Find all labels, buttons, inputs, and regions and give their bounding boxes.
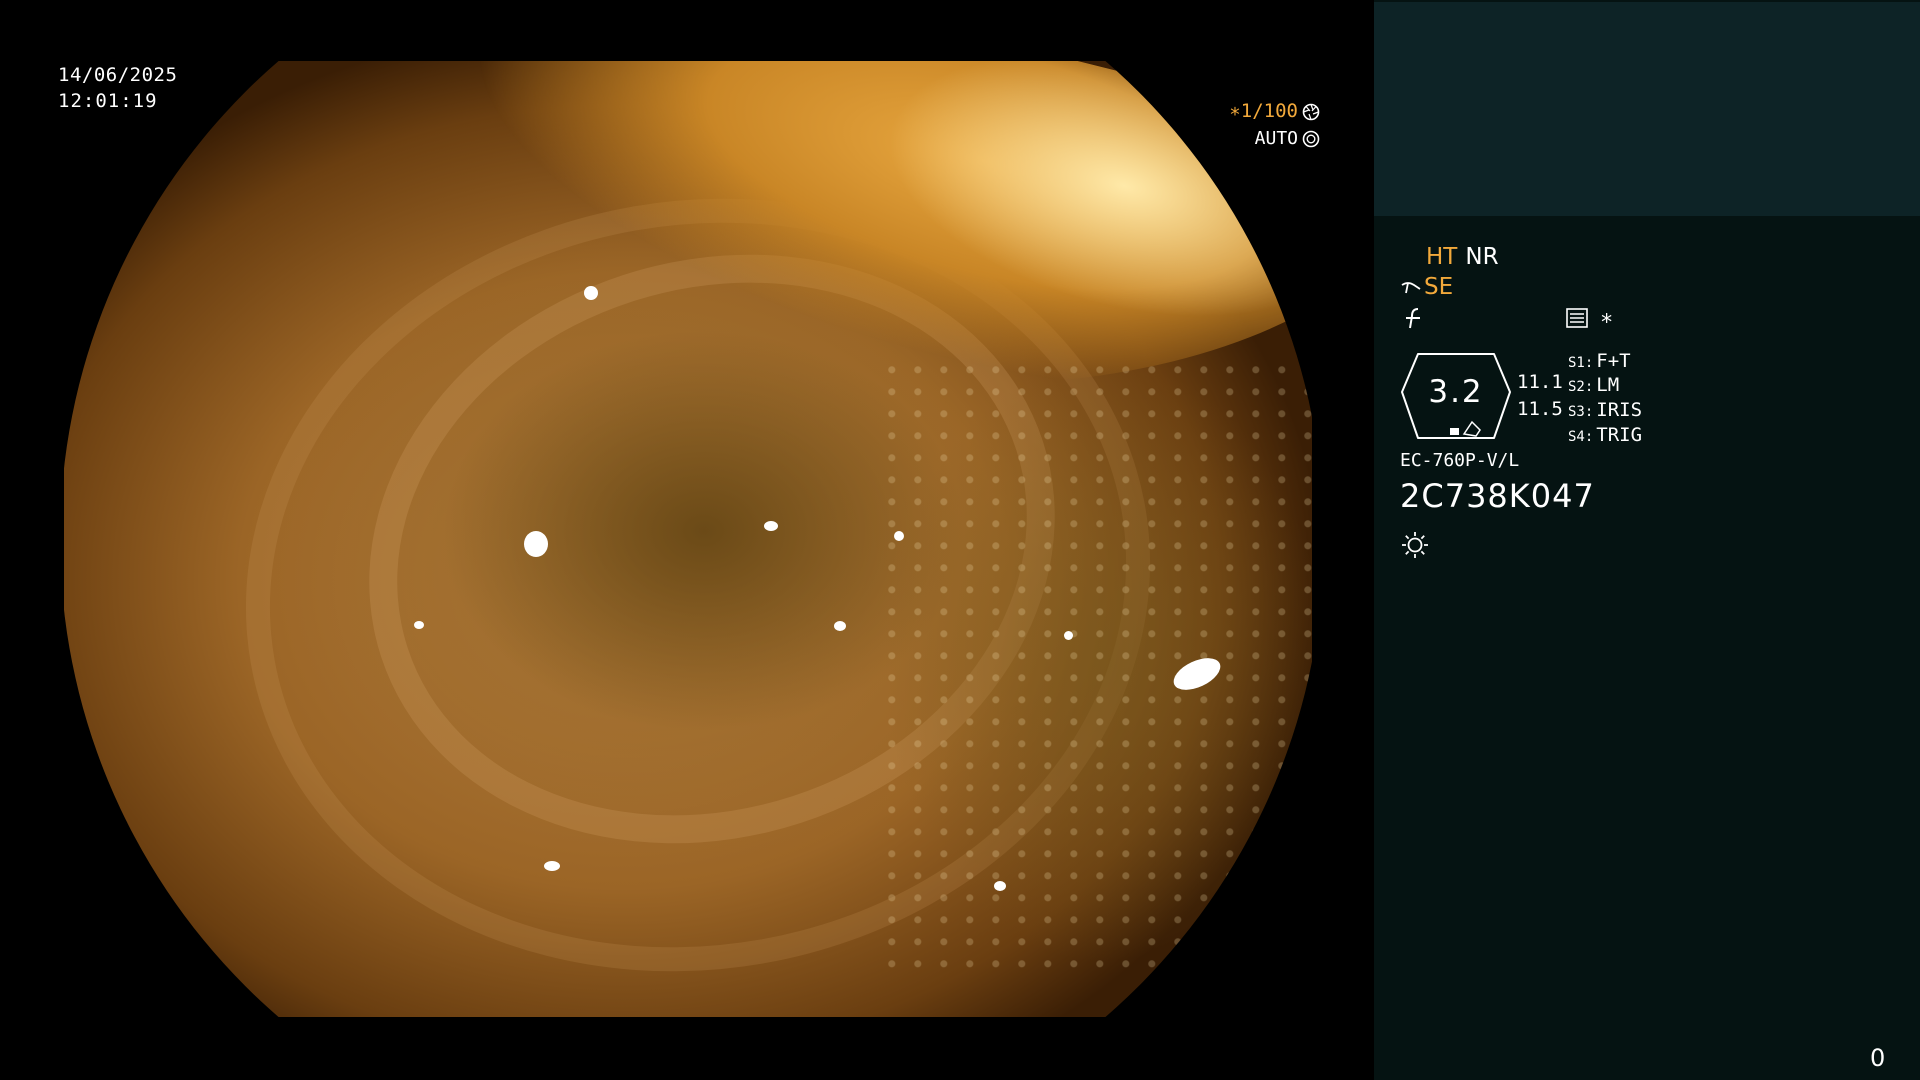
time-readout: 12:01:19 bbox=[58, 90, 158, 112]
zoom-value: 3.2 bbox=[1428, 374, 1484, 410]
mode-nr-label: NR bbox=[1465, 244, 1499, 270]
switch-s1-row: S1: F+T bbox=[1568, 352, 1631, 371]
iris-icon bbox=[1302, 130, 1320, 148]
light-reflection bbox=[894, 531, 904, 541]
aperture-icon bbox=[1302, 103, 1320, 121]
switch-key: S4: bbox=[1568, 429, 1594, 445]
switch-value: LM bbox=[1596, 374, 1620, 396]
scope-model-label: EC-760P-V/L bbox=[1400, 450, 1520, 471]
menu-list-icon bbox=[1566, 308, 1588, 328]
readout-value-b: 11.5 bbox=[1517, 398, 1563, 420]
light-reflection bbox=[584, 286, 598, 300]
date-readout: 14/06/2025 bbox=[58, 64, 178, 86]
mode-se-label: SE bbox=[1424, 274, 1454, 300]
switch-value: TRIG bbox=[1596, 424, 1643, 446]
shutter-speed-value: ∗1/100 bbox=[1229, 100, 1298, 122]
light-reflection bbox=[524, 531, 548, 557]
info-panel bbox=[1374, 0, 1920, 1080]
exposure-mode-value: AUTO bbox=[1254, 128, 1298, 149]
info-panel-header bbox=[1374, 2, 1920, 216]
exposure-mode-readout: AUTO bbox=[1255, 130, 1320, 148]
switch-s2-row: S2: LM bbox=[1568, 376, 1619, 395]
structure-enhance-row: SE bbox=[1400, 276, 1453, 299]
light-reflection bbox=[1064, 631, 1073, 640]
readout-value-a: 11.1 bbox=[1517, 371, 1563, 393]
light-reflection bbox=[414, 621, 424, 629]
probe-icon bbox=[1400, 279, 1422, 297]
zoom-badge: 3.2 bbox=[1400, 352, 1512, 440]
switch-key: S2: bbox=[1568, 379, 1594, 395]
processing-mode-row: HT NR bbox=[1426, 246, 1499, 269]
star-indicator: ∗ bbox=[1600, 306, 1614, 331]
mode-ht-label: HT bbox=[1426, 244, 1458, 270]
light-reflection bbox=[834, 621, 846, 631]
light-reflection bbox=[544, 861, 560, 871]
mucosa-debris-area bbox=[884, 361, 1312, 981]
image-counter: 0 bbox=[1870, 1044, 1886, 1072]
switch-key: S1: bbox=[1568, 355, 1594, 371]
scope-serial-number: 2C738K047 bbox=[1400, 477, 1595, 515]
light-reflection bbox=[764, 521, 778, 531]
endoscopy-monitor: 14/06/2025 12:01:19 ∗1/100 AUTO HT NR SE… bbox=[0, 0, 1920, 1080]
light-reflection bbox=[994, 881, 1006, 891]
sun-icon bbox=[1400, 530, 1430, 560]
enhancement-icon bbox=[1403, 306, 1423, 330]
switch-s3-row: S3: IRIS bbox=[1568, 401, 1642, 420]
endoscope-image bbox=[64, 61, 1312, 1017]
switch-value: IRIS bbox=[1596, 399, 1643, 421]
switch-s4-row: S4: TRIG bbox=[1568, 426, 1642, 445]
shutter-speed-readout: ∗1/100 bbox=[1229, 102, 1320, 121]
switch-value: F+T bbox=[1596, 350, 1631, 372]
switch-key: S3: bbox=[1568, 404, 1594, 420]
